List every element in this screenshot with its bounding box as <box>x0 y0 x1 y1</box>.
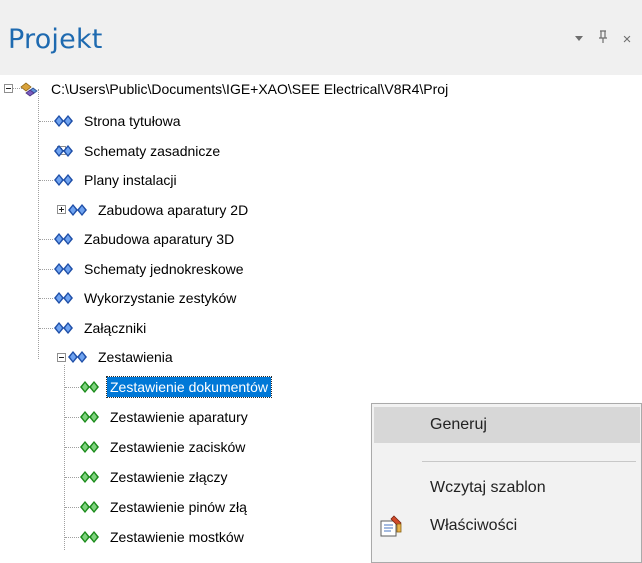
context-menu: Generuj Wczytaj szablon Właściwości <box>371 403 642 563</box>
project-root-icon <box>20 82 38 97</box>
report-gem-icon <box>80 471 99 483</box>
tree-connector <box>38 89 39 359</box>
folder-gem-icon <box>54 322 73 334</box>
tree-item-label: Zabudowa aparatury 2D <box>98 202 249 218</box>
tree-item-label: Zestawienie złączy <box>110 469 228 485</box>
tree-item-zalaczniki[interactable]: Załączniki <box>53 316 149 340</box>
menu-item-wczytaj-szablon[interactable]: Wczytaj szablon <box>374 470 640 506</box>
tree-item-plany-instalacji[interactable]: Plany instalacji <box>53 168 180 192</box>
report-gem-icon <box>80 441 99 453</box>
report-gem-icon <box>80 381 99 393</box>
tree-item-zestawienie-aparatury[interactable]: Zestawienie aparatury <box>79 405 251 429</box>
menu-separator <box>422 461 636 462</box>
menu-item-generuj[interactable]: Generuj <box>374 407 640 443</box>
tree-connector <box>39 269 53 270</box>
tree-item-zestawienie-dokumentow[interactable]: Zestawienie dokumentów <box>79 375 272 399</box>
tree-item-zabudowa-3d[interactable]: Zabudowa aparatury 3D <box>53 227 237 251</box>
tree-connector <box>65 417 79 418</box>
panel-header: Projekt × <box>0 0 642 75</box>
tree-item-label: Strona tytułowa <box>84 113 181 129</box>
tree-item-zestawienie-mostkow[interactable]: Zestawienie mostków <box>79 525 247 549</box>
properties-icon <box>380 515 402 537</box>
folder-gem-icon <box>54 263 73 275</box>
tree-item-label: Załączniki <box>84 320 147 336</box>
tree-item-label: Plany instalacji <box>84 172 177 188</box>
tree-connector <box>64 365 65 550</box>
tree-item-label: Zabudowa aparatury 3D <box>84 231 235 247</box>
tree-connector <box>65 387 79 388</box>
tree-item-zabudowa-2d[interactable]: Zabudowa aparatury 2D <box>53 198 251 222</box>
menu-item-wlasciwosci[interactable]: Właściwości <box>374 508 640 544</box>
close-icon[interactable]: × <box>618 30 636 50</box>
tree-item-wykorzystanie-zestykow[interactable]: Wykorzystanie zestyków <box>53 286 239 310</box>
tree-item-zestawienie-zlaczy[interactable]: Zestawienie złączy <box>79 465 231 489</box>
panel-title: Projekt <box>8 24 103 55</box>
tree-connector <box>39 180 53 181</box>
tree-item-schematy-zasadnicze[interactable]: Schematy zasadnicze <box>53 139 223 163</box>
tree-item-label: Wykorzystanie zestyków <box>84 290 237 306</box>
tree-item-label: Zestawienia <box>98 349 173 365</box>
tree-connector <box>65 507 79 508</box>
tree-root[interactable]: C:\Users\Public\Documents\IGE+XAO\SEE El… <box>16 77 451 101</box>
tree-connector <box>65 537 79 538</box>
folder-gem-icon <box>54 115 73 127</box>
report-gem-icon <box>80 531 99 543</box>
collapse-toggle[interactable] <box>4 84 13 93</box>
tree-item-zestawienie-pinow[interactable]: Zestawienie pinów złą <box>79 495 250 519</box>
tree-item-label: Schematy zasadnicze <box>84 143 221 159</box>
tree-connector <box>39 298 53 299</box>
menu-item-label: Właściwości <box>430 517 518 534</box>
report-gem-icon <box>80 501 99 513</box>
folder-gem-icon <box>54 233 73 245</box>
tree-item-strona-tytulowa[interactable]: Strona tytułowa <box>53 109 184 133</box>
tree-item-label: Schematy jednokreskowe <box>84 261 244 277</box>
menu-item-label: Generuj <box>430 416 487 433</box>
report-gem-icon <box>80 411 99 423</box>
tree-connector <box>39 239 53 240</box>
pin-icon[interactable] <box>594 30 612 50</box>
tree-item-label: Zestawienie aparatury <box>110 409 248 425</box>
tree-item-label: Zestawienie pinów złą <box>110 499 247 515</box>
folder-gem-icon <box>54 145 73 157</box>
dropdown-icon[interactable] <box>570 30 588 50</box>
folder-gem-icon <box>54 174 73 186</box>
folder-gem-icon <box>54 292 73 304</box>
tree-connector <box>65 477 79 478</box>
tree-item-zestawienie-zaciskow[interactable]: Zestawienie zacisków <box>79 435 248 459</box>
folder-gem-icon <box>68 351 87 363</box>
tree-item-zestawienia[interactable]: Zestawienia <box>53 345 176 369</box>
tree-connector <box>39 121 53 122</box>
tree-item-label: Zestawienie zacisków <box>110 439 246 455</box>
tree-item-schematy-jednokreskowe[interactable]: Schematy jednokreskowe <box>53 257 247 281</box>
tree-item-label: Zestawienie dokumentów <box>106 376 272 398</box>
tree-item-label: Zestawienie mostków <box>110 529 244 545</box>
tree-connector <box>39 328 53 329</box>
tree-root-label: C:\Users\Public\Documents\IGE+XAO\SEE El… <box>51 81 449 97</box>
folder-gem-icon <box>68 204 87 216</box>
tree-connector <box>65 447 79 448</box>
menu-item-label: Wczytaj szablon <box>430 479 546 496</box>
